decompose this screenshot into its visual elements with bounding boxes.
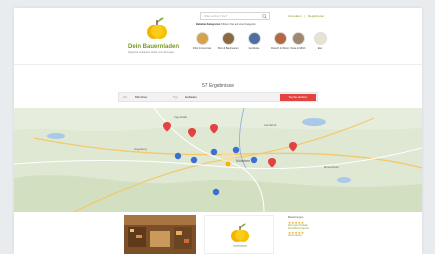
category-fruit-vegetables[interactable]: Obst & Gemüse xyxy=(192,32,212,50)
map-city-label: Rosenheim xyxy=(324,165,340,169)
type-value[interactable]: Hofladen xyxy=(185,95,197,99)
change-search-button[interactable]: Suche ändern xyxy=(280,94,316,101)
category-label: Käse & Milch xyxy=(290,47,306,50)
place-value[interactable]: München xyxy=(135,95,147,99)
header: Dein Bauernladen Regional einkaufen dire… xyxy=(14,8,422,64)
register-link[interactable]: Registrieren xyxy=(308,14,324,18)
map-cluster-marker[interactable] xyxy=(232,146,240,154)
auth-links: Anmelden | Registrieren xyxy=(288,14,326,18)
categories-hint: Klicken Sie auf eine Kategorie xyxy=(221,23,256,26)
map-city-label: Augsburg xyxy=(134,147,147,151)
map-city-label: Ingolstadt xyxy=(174,115,187,119)
search-input[interactable]: Was suchen Sie? xyxy=(200,12,270,20)
category-meat[interactable]: Fleisch & Wurst xyxy=(270,32,290,50)
listing-photo-card[interactable] xyxy=(124,215,196,254)
category-bread-icon xyxy=(221,32,235,45)
category-label: Eier xyxy=(317,47,323,50)
brand-name[interactable]: Dein Bauernladen xyxy=(128,44,179,50)
map-cluster-marker[interactable] xyxy=(250,156,258,164)
type-label: Typ xyxy=(173,95,178,99)
header-divider xyxy=(14,64,422,65)
reviews-panel: Bewertungen ★★★★★ Sehr gute Produkte Fre… xyxy=(286,215,332,254)
map-city-label: München xyxy=(236,159,250,163)
map-cluster-marker[interactable] xyxy=(174,152,182,160)
apple-logo-icon[interactable] xyxy=(146,16,168,42)
map-city-label: Landshut xyxy=(264,123,277,127)
map-cluster-marker[interactable] xyxy=(212,188,220,196)
category-eggs[interactable]: Eier xyxy=(310,32,330,50)
category-label: Obst & Gemüse xyxy=(192,47,212,50)
category-cheese[interactable]: Käse & Milch xyxy=(288,32,308,50)
apple-logo-icon xyxy=(231,223,249,247)
categories-label: Beliebte Kategorien Klicken Sie auf eine… xyxy=(196,23,256,26)
map-marker-yellow[interactable] xyxy=(225,161,231,167)
page: Dein Bauernladen Regional einkaufen dire… xyxy=(14,8,422,254)
search-icon[interactable] xyxy=(262,14,267,19)
category-eggs-icon xyxy=(313,32,327,45)
category-drinks[interactable]: Getränke xyxy=(244,32,264,50)
filter-bar: Ort München Typ Hofladen Suche ändern xyxy=(118,92,318,102)
results-map[interactable]: München Augsburg Rosenheim Landshut Ingo… xyxy=(14,108,422,212)
category-cheese-icon xyxy=(291,32,305,45)
category-drinks-icon xyxy=(247,32,261,45)
place-label: Ort xyxy=(123,95,128,99)
category-meat-icon xyxy=(273,32,287,45)
brand-tagline: Regional einkaufen direkt vom Erzeuger xyxy=(128,51,175,54)
review-text[interactable]: Gerne wieder xyxy=(288,235,332,238)
results-count: 57 Ergebnisse xyxy=(202,83,234,89)
categories-heading: Beliebte Kategorien xyxy=(196,23,221,26)
map-cluster-marker[interactable] xyxy=(190,156,198,164)
listing-logo-card[interactable] xyxy=(204,215,274,254)
category-label: Getränke xyxy=(248,47,260,50)
shop-interior-image xyxy=(124,215,196,254)
auth-separator: | xyxy=(304,14,306,18)
category-fruit-icon xyxy=(195,32,209,45)
search-placeholder: Was suchen Sie? xyxy=(204,14,228,18)
category-label: Fleisch & Wurst xyxy=(270,47,290,50)
login-link[interactable]: Anmelden xyxy=(288,14,302,18)
map-cluster-marker[interactable] xyxy=(210,148,218,156)
reviews-title: Bewertungen xyxy=(288,216,304,219)
category-label: Brot & Backwaren xyxy=(218,47,239,50)
category-bread[interactable]: Brot & Backwaren xyxy=(218,32,239,50)
